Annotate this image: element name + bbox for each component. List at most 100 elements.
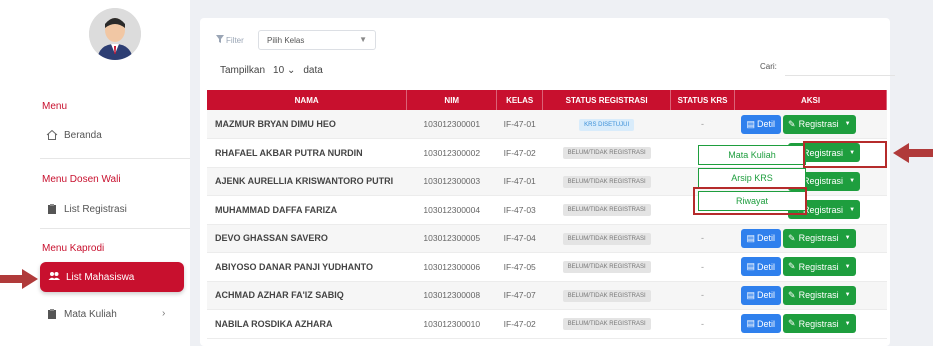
menu-heading: Menu xyxy=(42,101,68,112)
registrasi-button[interactable]: ✎Registrasi▼ xyxy=(783,314,856,334)
app-root: Menu Beranda Menu Dosen Wali List Regist… xyxy=(0,0,933,346)
cell-kelas: IF-47-07 xyxy=(496,281,543,310)
document-icon: ▤ xyxy=(746,261,756,272)
document-icon: ▤ xyxy=(746,289,756,300)
sidebar: Menu Beranda Menu Dosen Wali List Regist… xyxy=(0,0,190,346)
clipboard-icon xyxy=(46,308,58,320)
sidebar-item-mata-kuliah[interactable]: Mata Kuliah xyxy=(46,308,117,320)
cell-kelas: IF-47-01 xyxy=(496,110,543,139)
cell-nama: ACHMAD AZHAR FA'IZ SABIQ xyxy=(207,281,407,310)
cell-status-registrasi: BELUM/TIDAK REGISTRASI xyxy=(542,281,671,310)
dropdown-item-arsip-krs[interactable]: Arsip KRS xyxy=(698,168,806,188)
header-status-krs[interactable]: STATUS KRS xyxy=(670,90,735,110)
cell-aksi: ▤ Detil ✎ Registrasi ▼ xyxy=(734,252,887,282)
header-aksi: AKSI xyxy=(734,90,887,110)
cell-nama: NABILA ROSDIKA AZHARA xyxy=(207,309,407,339)
kelas-select-value: Pilih Kelas xyxy=(267,35,305,45)
table-row: ACHMAD AZHAR FA'IZ SABIQ 103012300008 IF-4… xyxy=(207,281,887,310)
sidebar-item-label: Beranda xyxy=(64,129,102,141)
cell-aksi: ▤ Detil ✎ Registrasi ▼ xyxy=(734,309,887,339)
status-badge: BELUM/TIDAK REGISTRASI xyxy=(562,147,651,160)
page-length-select[interactable]: 10 ⌄ xyxy=(273,65,295,76)
kaprodi-heading: Menu Kaprodi xyxy=(42,243,105,254)
cell-status-krs: - xyxy=(670,309,735,339)
cell-kelas: IF-47-05 xyxy=(496,252,543,282)
header-status-registrasi[interactable]: STATUS REGISTRASI xyxy=(542,90,672,110)
cell-nama: RHAFAEL AKBAR PUTRA NURDIN xyxy=(207,138,407,168)
document-icon: ▤ xyxy=(746,118,756,129)
cell-status-registrasi: BELUM/TIDAK REGISTRASI xyxy=(542,167,671,196)
show-suffix: data xyxy=(303,65,323,76)
cell-kelas: IF-47-03 xyxy=(496,195,543,225)
status-badge: BELUM/TIDAK REGISTRASI xyxy=(562,175,651,188)
cell-nama: AJENK AURELLIA KRISWANTORO PUTRI xyxy=(207,167,407,196)
header-nama[interactable]: NAMA xyxy=(207,90,408,110)
sidebar-item-label: List Mahasiswa xyxy=(66,271,135,283)
sidebar-divider xyxy=(40,228,190,229)
cell-nim: 103012300004 xyxy=(406,195,497,225)
edit-icon: ✎ xyxy=(788,118,796,129)
detil-button[interactable]: ▤ Detil xyxy=(740,285,782,305)
cell-nim: 103012300003 xyxy=(406,167,497,196)
cell-status-registrasi: BELUM/TIDAK REGISTRASI xyxy=(542,252,671,282)
sidebar-item-list-mahasiswa[interactable]: List Mahasiswa xyxy=(40,262,184,292)
search-input[interactable] xyxy=(785,58,895,76)
kelas-select[interactable]: Pilih Kelas ▼ xyxy=(258,30,376,50)
detil-button[interactable]: ▤ Detil xyxy=(740,114,782,134)
detil-button[interactable]: ▤ Detil xyxy=(740,257,782,277)
sidebar-item-beranda[interactable]: Beranda xyxy=(46,129,102,141)
cell-nim: 103012300002 xyxy=(406,138,497,168)
edit-icon: ✎ xyxy=(788,318,796,329)
status-badge: BELUM/TIDAK REGISTRASI xyxy=(562,204,651,217)
header-kelas[interactable]: KELAS xyxy=(496,90,544,110)
registrasi-button[interactable]: ✎Registrasi▼ xyxy=(783,228,856,248)
cell-aksi: ▤ Detil ✎ Registrasi ▼ xyxy=(734,281,887,310)
cell-nim: 103012300006 xyxy=(406,252,497,282)
registrasi-button[interactable]: ✎Registrasi▼ xyxy=(783,114,856,134)
page-length-control: Tampilkan 10 ⌄ data xyxy=(220,65,323,76)
filter-label: Filter xyxy=(226,35,244,45)
sidebar-item-label: Mata Kuliah xyxy=(64,308,117,320)
detil-button[interactable]: ▤ Detil xyxy=(740,314,782,334)
cell-nim: 103012300010 xyxy=(406,309,497,339)
dosen-wali-heading: Menu Dosen Wali xyxy=(42,174,121,185)
table-row: DEVO GHASSAN SAVERO 103012300005 IF-47-04 B… xyxy=(207,224,887,253)
cell-status-krs: - xyxy=(670,224,735,253)
dropdown-item-mata-kuliah[interactable]: Mata Kuliah xyxy=(698,145,806,165)
edit-icon: ✎ xyxy=(788,289,796,300)
edit-icon: ✎ xyxy=(788,232,796,243)
registrasi-button[interactable]: ✎Registrasi▼ xyxy=(783,257,856,277)
edit-icon: ✎ xyxy=(788,261,796,272)
cell-status-registrasi: BELUM/TIDAK REGISTRASI xyxy=(542,309,671,339)
search-label: Cari: xyxy=(760,62,777,71)
home-icon xyxy=(46,129,58,141)
chevron-right-icon[interactable]: › xyxy=(162,308,165,319)
chevron-down-icon: ⌄ xyxy=(286,65,296,76)
document-icon: ▤ xyxy=(746,318,756,329)
cell-aksi: ▤ Detil ✎ Registrasi ▼ xyxy=(734,110,887,139)
sidebar-item-list-registrasi[interactable]: List Registrasi xyxy=(46,203,127,215)
caret-down-icon: ▼ xyxy=(844,235,851,242)
clipboard-icon xyxy=(46,203,58,215)
filter-button[interactable]: Filter xyxy=(216,32,256,48)
status-badge: BELUM/TIDAK REGISTRASI xyxy=(562,232,651,245)
cell-nim: 103012300001 xyxy=(406,110,497,139)
caret-down-icon: ▼ xyxy=(844,263,851,270)
caret-down-icon: ▼ xyxy=(844,121,851,127)
document-icon: ▤ xyxy=(746,232,756,243)
sidebar-divider xyxy=(40,158,190,159)
registrasi-button[interactable]: ✎Registrasi▼ xyxy=(783,285,856,305)
cell-aksi: ▤ Detil ✎ Registrasi ▼ xyxy=(734,224,887,253)
status-badge: BELUM/TIDAK REGISTRASI xyxy=(562,318,651,331)
cell-kelas: IF-47-02 xyxy=(496,309,543,339)
sidebar-item-label: List Registrasi xyxy=(64,203,127,215)
filter-icon xyxy=(216,35,224,45)
show-prefix: Tampilkan xyxy=(220,65,266,76)
header-nim[interactable]: NIM xyxy=(406,90,498,110)
table-row: MAZMUR BRYAN DIMU HEO 103012300001 IF-47-0… xyxy=(207,110,887,139)
avatar[interactable] xyxy=(89,8,141,60)
cell-kelas: IF-47-02 xyxy=(496,138,543,168)
detil-button[interactable]: ▤ Detil xyxy=(740,228,782,248)
status-badge: BELUM/TIDAK REGISTRASI xyxy=(562,289,651,302)
users-icon xyxy=(48,270,60,285)
